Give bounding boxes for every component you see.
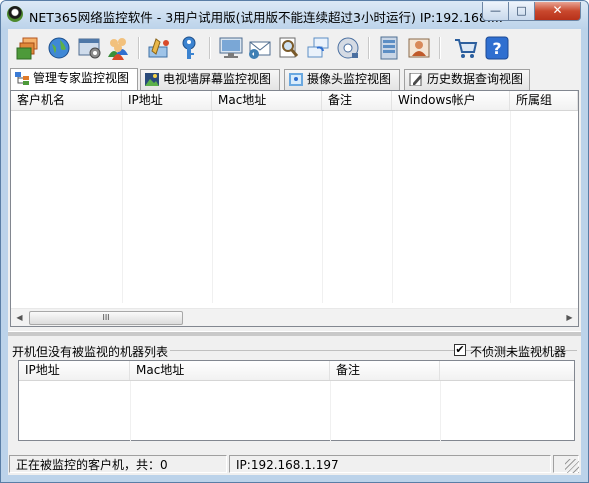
column-header-ip[interactable]: IP地址 — [19, 361, 130, 380]
column-header-remark[interactable]: 备注 — [330, 361, 440, 380]
users-group-icon[interactable] — [105, 35, 131, 61]
skip-unmonitored-label[interactable]: 不侦测未监视机器 — [470, 343, 566, 360]
column-divider — [212, 111, 213, 303]
scroll-left-arrow-icon[interactable]: ◀ — [11, 309, 28, 326]
title-bar[interactable]: NET365网络监控软件 - 3用户试用版(试用版不能连续超过3小时运行) IP… — [1, 1, 588, 29]
toolbar-separator — [439, 37, 441, 59]
column-divider — [392, 111, 393, 303]
view-tabs: 管理专家监控视图 电视墙屏幕监控视图 摄像头监控视图 历史数据查询视图 — [8, 68, 581, 91]
resize-grip-icon[interactable] — [565, 459, 579, 473]
app-eye-icon — [7, 6, 23, 22]
scroll-thumb[interactable]: III — [29, 311, 183, 325]
unmonitored-list-title: 开机但没有被监视的机器列表 — [12, 343, 171, 360]
column-header-mac[interactable]: Mac地址 — [212, 91, 322, 110]
main-window: NET365网络监控软件 - 3用户试用版(试用版不能连续超过3小时运行) IP… — [0, 0, 589, 483]
tab-label: 摄像头监控视图 — [307, 72, 392, 86]
toolbar: ? — [8, 29, 581, 67]
server-icon[interactable] — [376, 35, 402, 61]
table-header: IP地址 Mac地址 备注 — [19, 361, 574, 381]
tab-label: 电视墙屏幕监控视图 — [163, 72, 272, 86]
table-header: 客户机名 IP地址 Mac地址 备注 Windows帐户 所属组 — [11, 91, 578, 111]
multi-window-icon[interactable] — [305, 35, 331, 61]
unmonitored-machines-table[interactable]: IP地址 Mac地址 备注 — [18, 360, 575, 441]
column-header-client-name[interactable]: 客户机名 — [11, 91, 122, 110]
column-divider — [322, 111, 323, 303]
status-bar: 正在被监控的客户机，共：0 IP:192.168.1.197 — [8, 453, 581, 475]
stack-windows-icon[interactable] — [15, 35, 41, 61]
column-header-mac[interactable]: Mac地址 — [130, 361, 330, 380]
monitored-clients-table[interactable]: 客户机名 IP地址 Mac地址 备注 Windows帐户 所属组 ◀ III ▶ — [10, 90, 579, 327]
key-icon[interactable] — [176, 35, 202, 61]
shopping-cart-icon[interactable] — [453, 35, 479, 61]
column-divider — [330, 381, 331, 441]
tab-label: 历史数据查询视图 — [427, 72, 524, 86]
monitor-icon[interactable] — [218, 35, 244, 61]
tab-tv-wall-view[interactable]: 电视墙屏幕监控视图 — [140, 69, 280, 90]
column-divider — [130, 381, 131, 441]
tab-management-view[interactable]: 管理专家监控视图 — [10, 68, 138, 90]
email-icon[interactable] — [247, 35, 273, 61]
svg-text:?: ? — [492, 39, 501, 58]
column-divider — [510, 111, 511, 303]
column-header-remark[interactable]: 备注 — [322, 91, 392, 110]
column-divider — [122, 111, 123, 303]
globe-icon[interactable] — [46, 35, 72, 61]
status-monitored-count: 正在被监控的客户机，共：0 — [9, 455, 227, 473]
skip-unmonitored-checkbox[interactable]: ✔ — [454, 344, 466, 356]
pencil-document-icon — [409, 73, 422, 86]
toolbar-separator — [209, 37, 211, 59]
camera-view-icon — [289, 73, 303, 86]
disc-icon[interactable] — [335, 35, 361, 61]
tab-label: 管理专家监控视图 — [33, 71, 130, 85]
maximize-button[interactable]: □ — [508, 2, 535, 21]
minimize-button[interactable]: — — [482, 2, 509, 21]
column-header-empty[interactable] — [440, 361, 574, 380]
help-icon[interactable]: ? — [484, 35, 510, 61]
column-divider — [440, 381, 441, 441]
status-ip: IP:192.168.1.197 — [229, 455, 551, 473]
tab-history-query-view[interactable]: 历史数据查询视图 — [404, 69, 530, 90]
settings-window-icon[interactable] — [77, 35, 103, 61]
tab-camera-view[interactable]: 摄像头监控视图 — [284, 69, 400, 90]
picture-icon — [145, 73, 159, 86]
client-area: ? 管理专家监控视图 电视墙屏幕监控视图 摄像头监控视图 历史数据查询视图 客户… — [8, 29, 581, 475]
scroll-right-arrow-icon[interactable]: ▶ — [561, 309, 578, 326]
toolbar-separator — [138, 37, 140, 59]
close-button[interactable]: ✕ — [534, 2, 581, 21]
column-header-group[interactable]: 所属组 — [510, 91, 578, 110]
network-edit-icon[interactable] — [146, 35, 172, 61]
panel-splitter[interactable] — [8, 331, 581, 336]
toolbar-separator — [368, 37, 370, 59]
tree-view-icon — [15, 72, 29, 85]
horizontal-scrollbar[interactable]: ◀ III ▶ — [11, 308, 578, 326]
column-header-ip[interactable]: IP地址 — [122, 91, 212, 110]
magnifier-document-icon[interactable] — [276, 35, 302, 61]
column-header-windows-account[interactable]: Windows帐户 — [392, 91, 510, 110]
person-card-icon[interactable] — [406, 35, 432, 61]
window-title: NET365网络监控软件 - 3用户试用版(试用版不能连续超过3小时运行) IP… — [29, 10, 503, 25]
